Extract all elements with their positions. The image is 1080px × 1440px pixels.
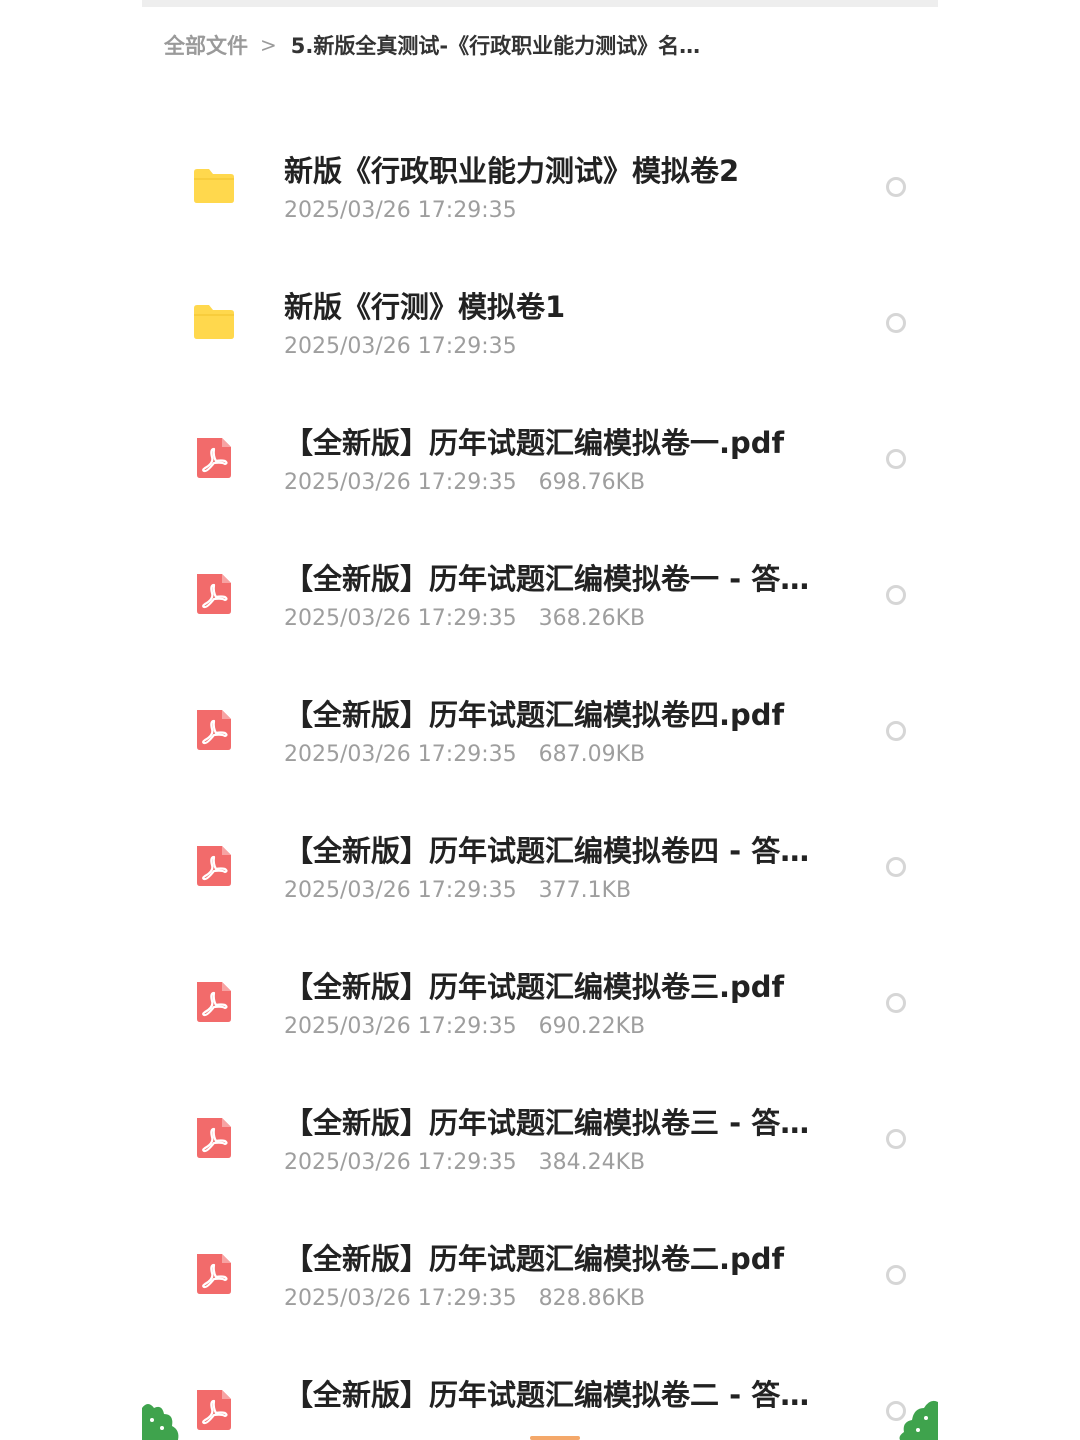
file-size: 828.86KB xyxy=(538,1286,646,1311)
file-meta: 2025/03/26 17:29:35 698.76KB xyxy=(284,470,645,495)
select-radio[interactable] xyxy=(886,857,906,877)
breadcrumb-root[interactable]: 全部文件 xyxy=(164,30,248,60)
folder-icon xyxy=(192,164,236,208)
file-size: 687.09KB xyxy=(538,742,646,767)
plant-decoration-left xyxy=(142,1404,179,1440)
top-divider xyxy=(142,0,938,7)
file-date: 2025/03/26 17:29:35 xyxy=(284,470,517,495)
file-name: 【全新版】历年试题汇编模拟卷一 - 答… xyxy=(284,562,810,596)
select-radio[interactable] xyxy=(886,177,906,197)
file-row[interactable]: 【全新版】历年试题汇编模拟卷二.pdf 2025/03/26 17:29:35 82… xyxy=(142,1208,938,1344)
file-name: 【全新版】历年试题汇编模拟卷三 - 答… xyxy=(284,1106,810,1140)
pdf-icon xyxy=(192,844,236,888)
file-date: 2025/03/26 17:29:35 xyxy=(284,1286,517,1311)
file-size: 384.24KB xyxy=(538,1150,646,1175)
file-meta: 2025/03/26 17:29:35 xyxy=(284,198,517,223)
file-browser-page: 全部文件 > 5.新版全真测试-《行政职业能力测试》名… 新版《行政职业能力测试… xyxy=(0,0,1080,1440)
file-date: 2025/03/26 17:29:35 xyxy=(284,742,517,767)
file-date: 2025/03/26 17:29:35 xyxy=(284,1150,517,1175)
file-size: 368.26KB xyxy=(538,606,646,631)
folder-icon xyxy=(192,300,236,344)
file-meta: 2025/03/26 17:29:35 828.86KB xyxy=(284,1286,645,1311)
pdf-icon xyxy=(192,1388,236,1432)
pdf-icon xyxy=(192,1116,236,1160)
file-meta: 2025/03/26 17:29:35 xyxy=(284,334,517,359)
breadcrumb: 全部文件 > 5.新版全真测试-《行政职业能力测试》名… xyxy=(164,28,944,62)
file-name: 新版《行政职业能力测试》模拟卷2 xyxy=(284,154,740,188)
folder-row[interactable]: 新版《行政职业能力测试》模拟卷2 2025/03/26 17:29:35 xyxy=(142,120,938,256)
select-radio[interactable] xyxy=(886,449,906,469)
file-name: 【全新版】历年试题汇编模拟卷三.pdf xyxy=(284,970,785,1004)
file-row[interactable]: 【全新版】历年试题汇编模拟卷四 - 答… 2025/03/26 17:29:35 3… xyxy=(142,800,938,936)
pdf-icon xyxy=(192,572,236,616)
file-name: 【全新版】历年试题汇编模拟卷一.pdf xyxy=(284,426,785,460)
file-meta: 2025/03/26 17:29:35 377.1KB xyxy=(284,878,631,903)
select-radio[interactable] xyxy=(886,721,906,741)
bottom-tab-indicator xyxy=(530,1436,580,1440)
file-date: 2025/03/26 17:29:35 xyxy=(284,606,517,631)
file-date: 2025/03/26 17:29:35 xyxy=(284,334,517,359)
file-row[interactable]: 【全新版】历年试题汇编模拟卷三.pdf 2025/03/26 17:29:35 69… xyxy=(142,936,938,1072)
file-date: 2025/03/26 17:29:35 xyxy=(284,1014,517,1039)
pdf-icon xyxy=(192,1252,236,1296)
file-name: 【全新版】历年试题汇编模拟卷二 - 答… xyxy=(284,1378,810,1412)
select-radio[interactable] xyxy=(886,993,906,1013)
pdf-icon xyxy=(192,708,236,752)
file-meta: 2025/03/26 17:29:35 368.26KB xyxy=(284,606,645,631)
breadcrumb-current-folder: 5.新版全真测试-《行政职业能力测试》名… xyxy=(290,34,701,58)
file-size: 698.76KB xyxy=(538,470,646,495)
file-date: 2025/03/26 17:29:35 xyxy=(284,198,517,223)
file-meta: 2025/03/26 17:29:35 690.22KB xyxy=(284,1014,645,1039)
plant-decoration-right xyxy=(899,1400,938,1440)
file-row[interactable]: 【全新版】历年试题汇编模拟卷三 - 答… 2025/03/26 17:29:35 3… xyxy=(142,1072,938,1208)
breadcrumb-separator: > xyxy=(260,33,277,57)
select-radio[interactable] xyxy=(886,313,906,333)
select-radio[interactable] xyxy=(886,1129,906,1149)
file-size: 690.22KB xyxy=(538,1014,646,1039)
folder-row[interactable]: 新版《行测》模拟卷1 2025/03/26 17:29:35 xyxy=(142,256,938,392)
file-name: 【全新版】历年试题汇编模拟卷二.pdf xyxy=(284,1242,785,1276)
pdf-icon xyxy=(192,436,236,480)
file-name: 新版《行测》模拟卷1 xyxy=(284,290,566,324)
file-date: 2025/03/26 17:29:35 xyxy=(284,878,517,903)
file-row[interactable]: 【全新版】历年试题汇编模拟卷一 - 答… 2025/03/26 17:29:35 3… xyxy=(142,528,938,664)
file-name: 【全新版】历年试题汇编模拟卷四 - 答… xyxy=(284,834,810,868)
file-list: 新版《行政职业能力测试》模拟卷2 2025/03/26 17:29:35 新版《行测… xyxy=(142,120,938,1440)
select-radio[interactable] xyxy=(886,585,906,605)
pdf-icon xyxy=(192,980,236,1024)
file-row[interactable]: 【全新版】历年试题汇编模拟卷二 - 答… xyxy=(142,1344,938,1440)
select-radio[interactable] xyxy=(886,1265,906,1285)
file-row[interactable]: 【全新版】历年试题汇编模拟卷一.pdf 2025/03/26 17:29:35 69… xyxy=(142,392,938,528)
file-name: 【全新版】历年试题汇编模拟卷四.pdf xyxy=(284,698,785,732)
file-meta: 2025/03/26 17:29:35 384.24KB xyxy=(284,1150,645,1175)
file-size: 377.1KB xyxy=(538,878,632,903)
file-meta: 2025/03/26 17:29:35 687.09KB xyxy=(284,742,645,767)
file-row[interactable]: 【全新版】历年试题汇编模拟卷四.pdf 2025/03/26 17:29:35 68… xyxy=(142,664,938,800)
